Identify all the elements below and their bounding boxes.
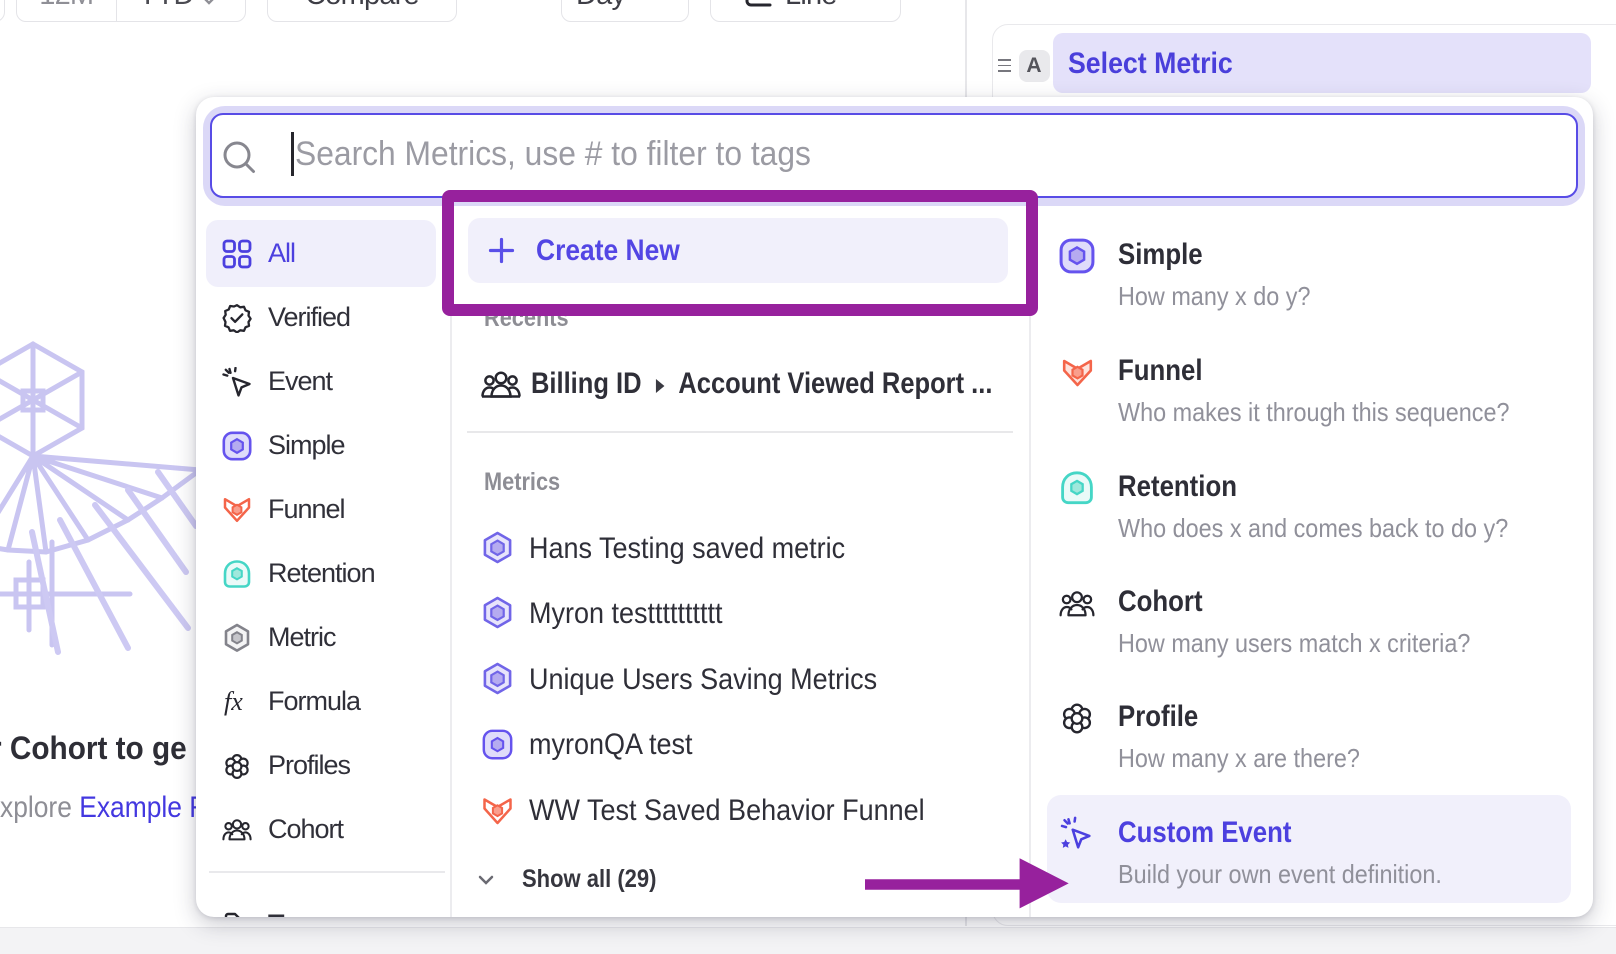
svg-text:fx: fx — [224, 687, 243, 716]
